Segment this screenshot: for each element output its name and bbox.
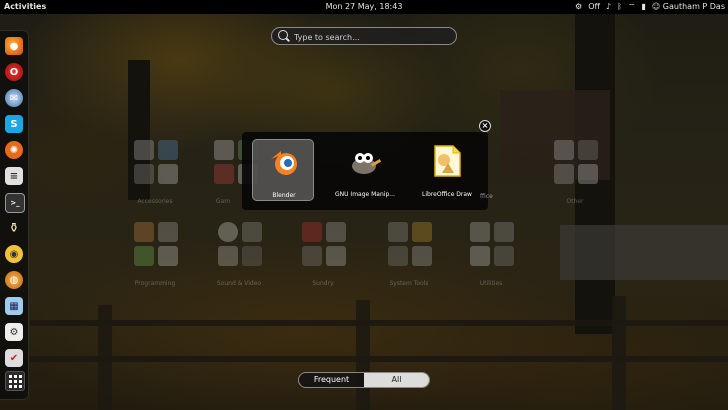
blender-icon bbox=[271, 151, 297, 175]
settings-icon[interactable]: ⚙ bbox=[5, 323, 23, 341]
folder-other[interactable]: Other bbox=[530, 140, 620, 220]
app-blender[interactable]: Blender bbox=[252, 139, 314, 201]
folder-label: Sound & Video bbox=[216, 280, 262, 287]
gimp-icon bbox=[352, 153, 382, 174]
road bbox=[560, 225, 728, 280]
libreoffice-draw-icon bbox=[434, 145, 461, 177]
tasks-icon[interactable]: ✔ bbox=[5, 349, 23, 367]
opera-icon[interactable]: O bbox=[5, 63, 23, 81]
user-menu[interactable]: ☺ Gautham P Das bbox=[652, 0, 725, 14]
partial-folder-label: ffice bbox=[480, 193, 493, 200]
search-input[interactable] bbox=[292, 29, 456, 45]
fence-post bbox=[98, 305, 112, 410]
folder-icons bbox=[134, 222, 178, 266]
frequent-button[interactable]: Frequent bbox=[299, 373, 364, 387]
folder-label: Other bbox=[566, 198, 584, 205]
folder-label: Sundry bbox=[312, 280, 334, 287]
volume-icon[interactable]: ♪ bbox=[606, 0, 611, 14]
folder-programming[interactable]: Programming bbox=[110, 222, 200, 302]
terminal-icon[interactable]: >_ bbox=[5, 193, 25, 213]
user-icon: ☺ bbox=[651, 2, 661, 11]
network-status-label: Off bbox=[588, 2, 601, 11]
all-button[interactable]: All bbox=[364, 373, 429, 387]
app-label: Blender bbox=[272, 192, 296, 199]
search-entry[interactable] bbox=[271, 27, 457, 45]
app-gimp[interactable]: GNU Image Manip... bbox=[334, 139, 396, 201]
folder-icons bbox=[134, 140, 178, 184]
app-label: GNU Image Manip... bbox=[335, 191, 395, 198]
vlc-icon[interactable]: ⚱ bbox=[5, 219, 23, 237]
fence-post bbox=[356, 300, 370, 410]
app-libreoffice-draw[interactable]: LibreOffice Draw bbox=[416, 139, 478, 201]
bluetooth-icon[interactable]: ᛒ bbox=[617, 0, 622, 14]
app-folder-popup: Blender GNU Image Manip... LibreOffice D… bbox=[242, 132, 493, 210]
top-bar: Activities Mon 27 May, 18:43 ⚙ Off ♪ ᛒ ⌔… bbox=[0, 0, 728, 14]
folder-icons bbox=[218, 222, 262, 266]
image-viewer-icon[interactable]: ▦ bbox=[5, 297, 23, 315]
folder-icons bbox=[388, 222, 432, 266]
wifi-icon[interactable]: ⌔ bbox=[628, 0, 636, 14]
document-icon[interactable]: ≡ bbox=[5, 167, 23, 185]
folder-label: System Tools bbox=[389, 280, 429, 287]
folder-label: Utilities bbox=[479, 280, 503, 287]
folder-sundry[interactable]: Sundry bbox=[278, 222, 368, 302]
app-label: LibreOffice Draw bbox=[422, 191, 472, 198]
search-icon bbox=[278, 30, 288, 40]
view-switcher: Frequent All bbox=[298, 372, 430, 388]
folder-icons bbox=[470, 222, 514, 266]
folder-icons bbox=[302, 222, 346, 266]
status-area: ⚙ Off ♪ ᛒ ⌔ ▮ ☺ Gautham P Das bbox=[575, 0, 725, 14]
apps-grid-icon[interactable] bbox=[5, 371, 25, 391]
network-status[interactable]: Off bbox=[588, 0, 600, 14]
folder-system-tools[interactable]: System Tools bbox=[364, 222, 454, 302]
close-icon[interactable]: × bbox=[479, 120, 491, 132]
ubuntu-icon[interactable]: ✺ bbox=[5, 141, 23, 159]
folder-sound-video[interactable]: Sound & Video bbox=[194, 222, 284, 302]
nautilus-icon[interactable]: ◍ bbox=[5, 271, 23, 289]
accessibility-icon[interactable]: ⚙ bbox=[575, 0, 582, 14]
folder-label: Programming bbox=[134, 280, 176, 287]
skype-icon[interactable]: S bbox=[5, 115, 23, 133]
battery-icon[interactable]: ▮ bbox=[641, 0, 645, 14]
folder-utilities[interactable]: Utilities bbox=[446, 222, 536, 302]
fence-post bbox=[612, 296, 626, 410]
user-name: Gautham P Das bbox=[662, 2, 725, 11]
thunderbird-icon[interactable]: ✉ bbox=[5, 89, 23, 107]
folder-accessories[interactable]: Accessories bbox=[110, 140, 200, 220]
gnome-icon[interactable]: ◉ bbox=[5, 245, 23, 263]
folder-icons bbox=[554, 140, 598, 184]
dash: ● O ✉ S ✺ ≡ >_ ⚱ ◉ ◍ ▦ ⚙ ✔ bbox=[0, 30, 29, 400]
firefox-icon[interactable]: ● bbox=[5, 37, 23, 55]
